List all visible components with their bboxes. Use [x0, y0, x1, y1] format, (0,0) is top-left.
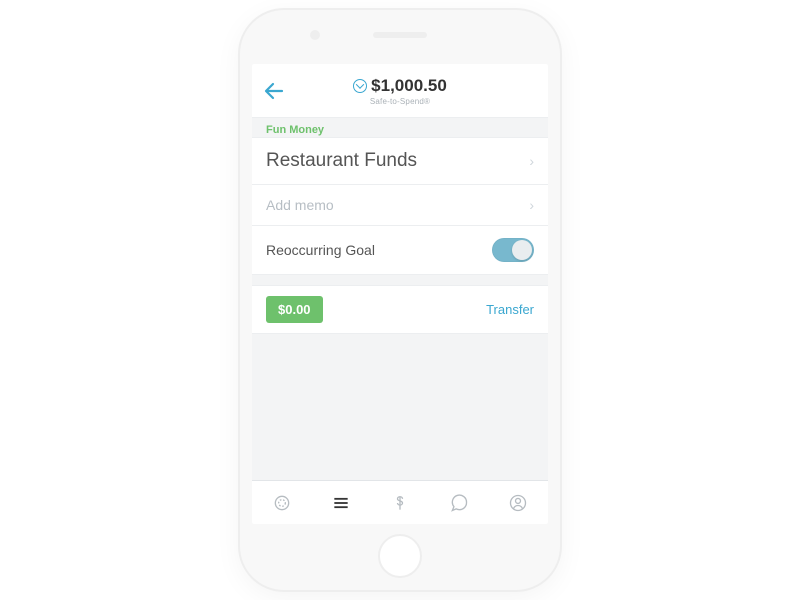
- balance-bar: $0.00 Transfer: [252, 285, 548, 334]
- home-button[interactable]: [378, 534, 422, 578]
- goal-name: Restaurant Funds: [266, 150, 417, 172]
- memo-placeholder: Add memo: [266, 197, 334, 213]
- tab-activity[interactable]: [268, 489, 296, 517]
- goal-balance-pill[interactable]: $0.00: [266, 296, 323, 323]
- content-spacer: [252, 334, 548, 480]
- chevron-right-icon: ›: [529, 153, 534, 169]
- camera: [310, 30, 320, 40]
- dropdown-icon: [353, 79, 367, 93]
- toggle-knob: [512, 240, 532, 260]
- header-bar: $1,000.50 Safe-to-Spend®: [252, 64, 548, 118]
- speaker: [373, 32, 427, 38]
- balance-subtitle: Safe-to-Spend®: [370, 97, 430, 106]
- phone-frame: $1,000.50 Safe-to-Spend® Fun Money Resta…: [240, 10, 560, 590]
- recurring-label: Reoccurring Goal: [266, 242, 375, 258]
- transfer-button[interactable]: Transfer: [486, 302, 534, 317]
- chevron-right-icon: ›: [529, 197, 534, 213]
- app-screen: $1,000.50 Safe-to-Spend® Fun Money Resta…: [252, 64, 548, 524]
- balance-amount: $1,000.50: [371, 76, 447, 96]
- tab-profile[interactable]: [504, 489, 532, 517]
- goal-name-row[interactable]: Restaurant Funds ›: [252, 137, 548, 185]
- recurring-toggle[interactable]: [492, 238, 534, 262]
- tab-bar: [252, 480, 548, 524]
- header-center: $1,000.50 Safe-to-Spend®: [353, 76, 447, 106]
- tab-goals[interactable]: [327, 489, 355, 517]
- memo-row[interactable]: Add memo ›: [252, 184, 548, 226]
- back-button[interactable]: [262, 79, 286, 103]
- tab-support[interactable]: [445, 489, 473, 517]
- tab-move-money[interactable]: [386, 489, 414, 517]
- recurring-row: Reoccurring Goal: [252, 225, 548, 275]
- balance-row[interactable]: $1,000.50: [353, 76, 447, 96]
- category-label: Fun Money: [252, 118, 548, 138]
